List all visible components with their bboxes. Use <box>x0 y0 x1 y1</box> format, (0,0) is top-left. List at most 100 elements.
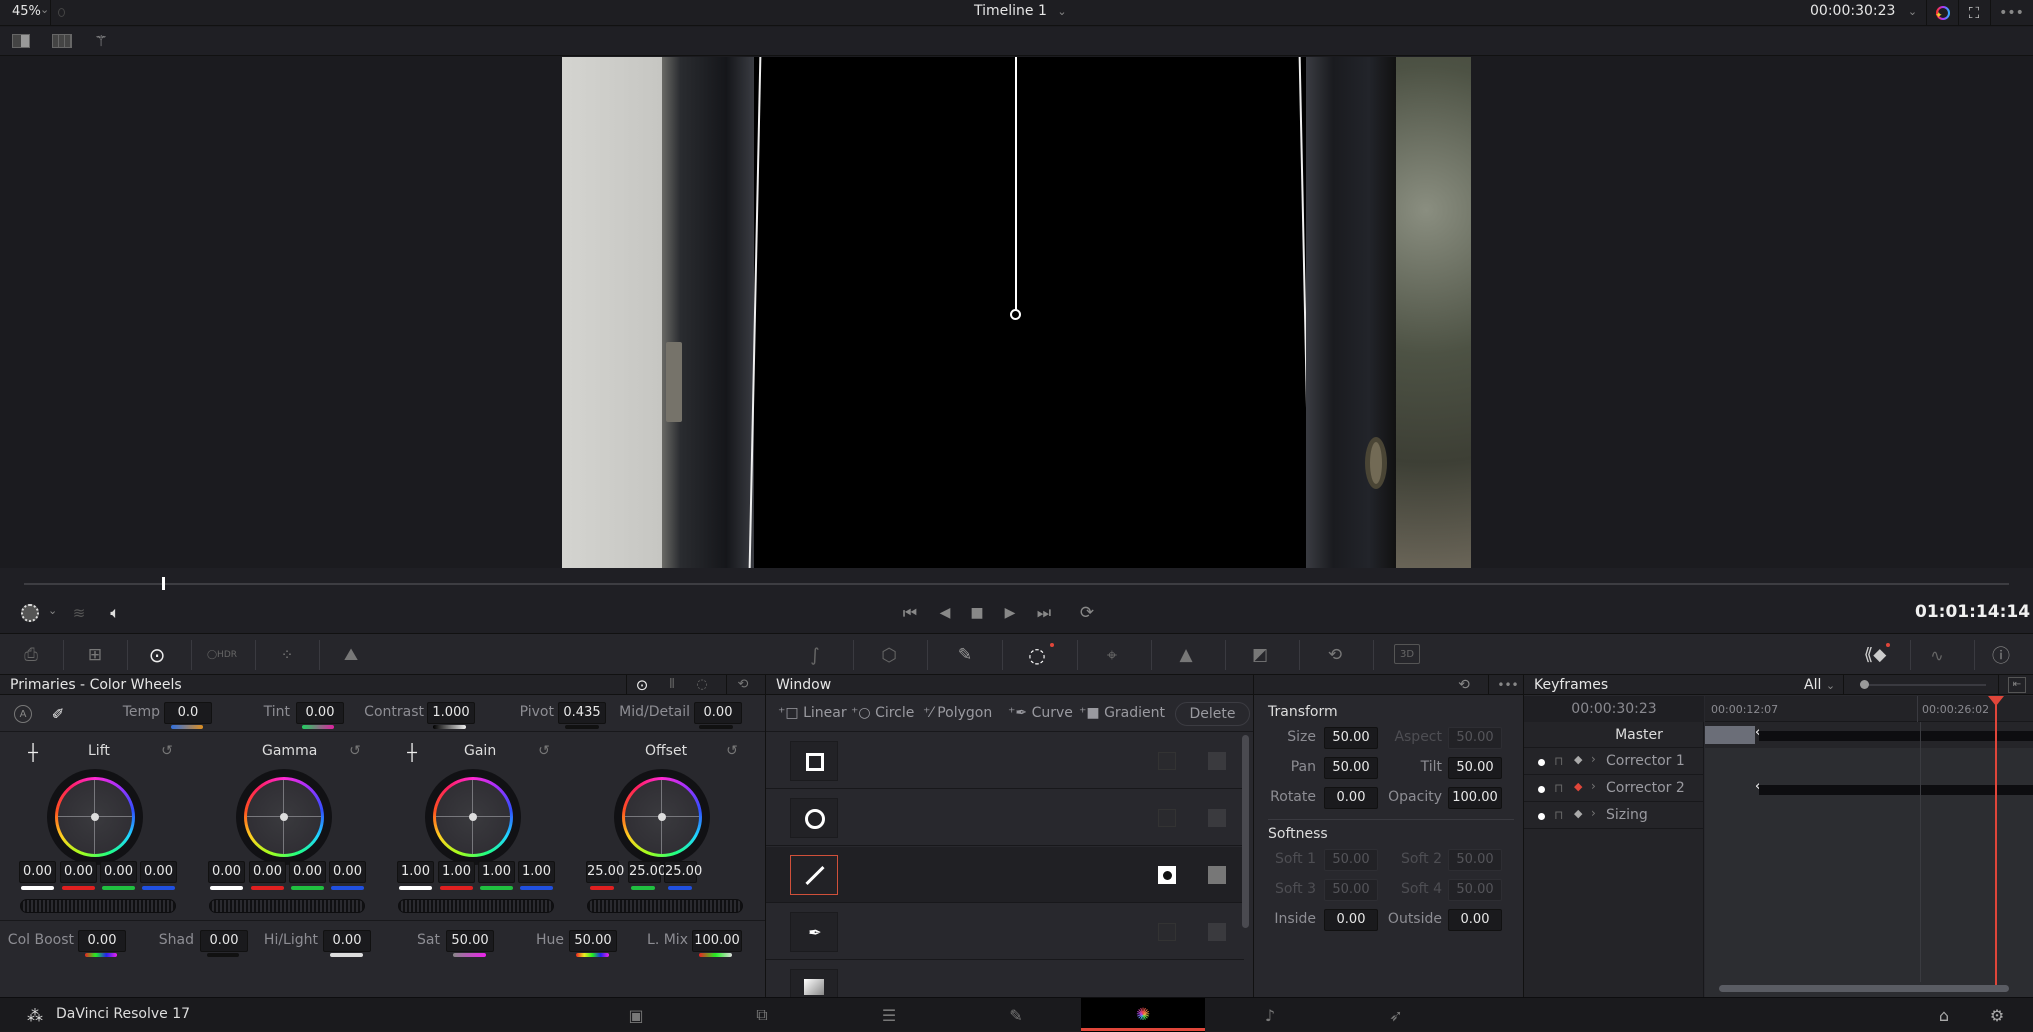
camera-raw-icon[interactable]: ⎙ <box>14 642 48 668</box>
rgb-mixer-icon[interactable]: ⁘ <box>270 642 304 668</box>
gallery-grid-icon[interactable] <box>52 34 72 48</box>
offset-wheel[interactable] <box>614 769 710 865</box>
gain-wheel[interactable] <box>425 769 521 865</box>
track-row[interactable]: ⊓ ◆ › Corrector 2 <box>1524 776 1704 802</box>
window-item-selected[interactable] <box>766 847 1244 903</box>
window-item[interactable]: ✒ <box>766 904 1244 960</box>
opacity-field[interactable]: 100.00 <box>1448 787 1502 809</box>
motion-effects-icon[interactable]: ⛰ <box>334 642 368 668</box>
lift-master-wheel[interactable] <box>20 899 176 913</box>
eyedropper-icon[interactable]: ✐ <box>48 704 68 724</box>
contrast-field[interactable]: 1.000 <box>427 702 475 724</box>
reset-icon[interactable]: ↺ <box>723 742 741 760</box>
color-warper-icon[interactable]: ⬡ <box>874 642 904 668</box>
media-page-icon[interactable]: ▣ <box>622 1004 650 1026</box>
add-curve-button[interactable]: ⁺✒ Curve <box>1008 705 1073 721</box>
keyframe-diamond-icon[interactable]: ◆ <box>1574 780 1582 793</box>
qualifier-icon[interactable]: ✎ <box>950 642 980 668</box>
offset-master-wheel[interactable] <box>587 899 743 913</box>
rotate-field[interactable]: 0.00 <box>1324 787 1378 809</box>
scrubber-playhead[interactable] <box>162 577 165 590</box>
mask-toggle[interactable] <box>1208 809 1226 827</box>
video-frame[interactable] <box>562 57 1471 568</box>
mask-toggle[interactable] <box>1208 752 1226 770</box>
window-line-handle[interactable] <box>1015 57 1017 313</box>
pan-field[interactable]: 50.00 <box>1324 757 1378 779</box>
wheels-mode-icon[interactable]: ⊙ <box>632 675 652 695</box>
stop-icon[interactable]: ■ <box>966 602 988 624</box>
playhead[interactable] <box>1995 696 1997 986</box>
cut-page-icon[interactable]: ⧉ <box>748 1004 776 1026</box>
tracker-icon[interactable]: ⌖ <box>1097 642 1127 668</box>
reset-icon[interactable]: ↺ <box>158 742 176 760</box>
gamma-g-field[interactable]: 0.00 <box>289 861 326 883</box>
skip-to-start-icon[interactable]: ⏮︎ <box>897 602 923 624</box>
lift-g-field[interactable]: 0.00 <box>100 861 137 883</box>
keyframe-diamond-icon[interactable]: ◆ <box>1574 807 1582 820</box>
window-item[interactable] <box>766 961 1244 997</box>
color-enhance-icon[interactable]: ✦ <box>1926 0 1958 26</box>
home-icon[interactable]: ⌂ <box>1932 1004 1956 1026</box>
filter-dropdown[interactable]: All ⌄ <box>1804 675 1835 696</box>
fusion-page-icon[interactable]: ✎ <box>1002 1004 1030 1026</box>
outside-field[interactable]: 0.00 <box>1448 909 1502 931</box>
highlights-field[interactable]: 0.00 <box>323 930 371 952</box>
hue-field[interactable]: 50.00 <box>569 930 617 952</box>
track-row[interactable]: ⊓ ◆ › Sizing <box>1524 803 1704 829</box>
tilt-field[interactable]: 50.00 <box>1448 757 1502 779</box>
blur-icon[interactable]: ▲ <box>1171 642 1201 668</box>
expand-chevron-icon[interactable]: › <box>1591 779 1596 793</box>
scopes-icon[interactable]: ∿ <box>1922 642 1952 668</box>
zoom-slider-handle[interactable] <box>1860 680 1869 689</box>
shadows-field[interactable]: 0.00 <box>200 930 248 952</box>
play-reverse-icon[interactable]: ◀︎ <box>934 602 956 624</box>
gamma-wheel[interactable] <box>236 769 332 865</box>
lock-icon[interactable]: ⊓ <box>1554 781 1563 795</box>
gamma-y-field[interactable]: 0.00 <box>208 861 245 883</box>
window-icon[interactable]: ◌ <box>1022 642 1052 668</box>
size-field[interactable]: 50.00 <box>1324 727 1378 749</box>
window-item[interactable] <box>766 790 1244 846</box>
scrubber-track[interactable] <box>24 583 2009 585</box>
crosshair-icon[interactable]: ┼ <box>403 743 421 762</box>
reset-icon[interactable]: ↺ <box>346 742 364 760</box>
gamma-r-field[interactable]: 0.00 <box>249 861 286 883</box>
enable-dot-icon[interactable] <box>1538 759 1545 766</box>
gain-r-field[interactable]: 1.00 <box>438 861 475 883</box>
timeline-scrollbar[interactable] <box>1719 985 2009 992</box>
split-view-icon[interactable] <box>12 34 30 48</box>
info-icon[interactable]: ⓘ <box>1986 642 2016 668</box>
timeline-selector[interactable]: Timeline 1 ⌄ <box>974 3 1067 19</box>
lift-y-field[interactable]: 0.00 <box>19 861 56 883</box>
fairlight-page-icon[interactable]: ♪ <box>1256 1004 1284 1026</box>
add-polygon-button[interactable]: ⁺⁄ Polygon <box>923 705 992 721</box>
zoom-slider[interactable] <box>1860 684 1986 686</box>
tint-field[interactable]: 0.00 <box>296 702 344 724</box>
lift-wheel[interactable] <box>47 769 143 865</box>
zoom-dropdown[interactable]: 45% ⌄ <box>0 0 51 26</box>
playhead-handle[interactable] <box>1988 696 2004 706</box>
lift-r-field[interactable]: 0.00 <box>60 861 97 883</box>
lift-b-field[interactable]: 0.00 <box>140 861 177 883</box>
track-row[interactable]: ⊓ ◆ › Corrector 1 <box>1524 749 1704 775</box>
layers-icon[interactable]: ≋ <box>68 603 90 623</box>
reset-all-icon[interactable]: ⟲ <box>733 675 753 695</box>
keyframe-marker[interactable]: ‹ <box>1755 779 1760 794</box>
log-mode-icon[interactable]: ◌ <box>692 675 712 695</box>
play-icon[interactable]: ▶︎ <box>999 602 1021 624</box>
color-match-icon[interactable]: ⊞ <box>78 642 112 668</box>
mask-toggle[interactable] <box>1208 866 1226 884</box>
offset-g-field[interactable]: 25.00 <box>628 861 666 883</box>
expand-chevron-icon[interactable]: › <box>1591 806 1596 820</box>
gain-b-field[interactable]: 1.00 <box>518 861 555 883</box>
col-boost-field[interactable]: 0.00 <box>78 930 126 952</box>
luma-mix-field[interactable]: 100.00 <box>692 930 742 952</box>
crosshair-icon[interactable]: ┼ <box>24 743 42 762</box>
color-wheels-icon[interactable]: ⊙ <box>140 642 174 668</box>
keyframe-marker[interactable]: ‹ <box>1755 725 1760 740</box>
gain-g-field[interactable]: 1.00 <box>478 861 515 883</box>
auto-balance-icon[interactable]: A <box>14 705 32 723</box>
inside-field[interactable]: 0.00 <box>1324 909 1378 931</box>
3d-icon[interactable]: 3D <box>1394 644 1420 664</box>
window-overlay-icon[interactable] <box>21 604 39 622</box>
